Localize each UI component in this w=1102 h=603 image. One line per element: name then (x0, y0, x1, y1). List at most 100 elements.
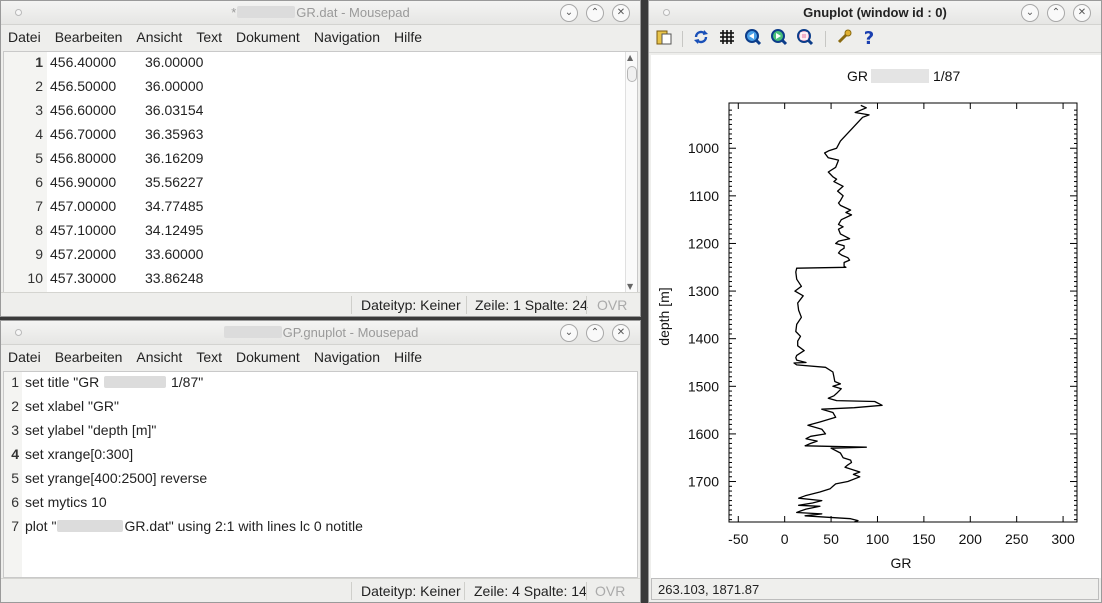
x-tick-label: 250 (1005, 531, 1029, 547)
title-bar[interactable]: Gnuplot (window id : 0) ⌄ ⌃ ✕ (649, 1, 1101, 25)
title-bar[interactable]: GP.gnuplot - Mousepad ⌄ ⌃ ✕ (1, 321, 640, 345)
scroll-down-icon[interactable]: ▼ (627, 282, 633, 291)
status-filetype: Dateityp: Keiner (361, 297, 461, 313)
help-icon[interactable]: ? (858, 28, 880, 50)
redacted-text (57, 520, 124, 532)
close-icon[interactable]: ✕ (612, 4, 630, 22)
script-text: set xrange[0:300] (25, 446, 134, 462)
menu-dokument[interactable]: Dokument (229, 25, 307, 49)
minimize-icon[interactable]: ⌄ (560, 324, 578, 342)
gnuplot-chart: GR 1/87 -50 0 50 100 150 200 250 300 1000 1100 1200 1… (656, 68, 1078, 571)
menu-text[interactable]: Text (189, 25, 229, 49)
configure-icon[interactable] (833, 28, 855, 50)
depth-value: 457.30000 (50, 270, 117, 286)
window-title-text: GP.gnuplot - Mousepad (282, 325, 419, 340)
x-tick-label: -50 (728, 531, 748, 547)
gr-value: 34.12495 (145, 222, 204, 238)
vertical-scrollbar[interactable]: ▲ ▼ (625, 52, 637, 292)
menu-hilfe[interactable]: Hilfe (387, 345, 429, 369)
line-number: 4 (11, 446, 19, 462)
line-number: 7 (35, 198, 43, 214)
gr-value: 36.16209 (145, 150, 204, 166)
mousepad-window-dat: * GR.dat - Mousepad ⌄ ⌃ ✕ Datei Bearbeite… (0, 0, 641, 317)
grid-icon[interactable] (716, 28, 738, 50)
x-tick-label: 200 (959, 531, 983, 547)
y-tick-label: 1400 (688, 331, 719, 347)
line-number: 10 (27, 270, 43, 286)
depth-value: 457.10000 (50, 222, 117, 238)
gr-value: 34.77485 (145, 198, 204, 214)
gnuplot-toolbar: ? (649, 25, 1101, 53)
status-ovr: OVR (597, 297, 628, 313)
redacted-text (104, 376, 167, 388)
status-position: Zeile: 4 Spalte: 14 (474, 583, 587, 599)
redacted-filename (223, 326, 282, 338)
status-ovr: OVR (595, 583, 626, 599)
script-line: plot " GR.dat" using 2:1 with lines lc 0 … (25, 518, 363, 534)
menu-datei[interactable]: Datei (1, 25, 48, 49)
line-number: 7 (11, 518, 19, 534)
gr-value: 35.56227 (145, 174, 204, 190)
menu-datei[interactable]: Datei (1, 345, 48, 369)
maximize-icon[interactable]: ⌃ (1047, 4, 1065, 22)
menu-navigation[interactable]: Navigation (307, 345, 387, 369)
y-tick-label: 1000 (688, 140, 719, 156)
line-number: 1 (11, 374, 19, 390)
close-icon[interactable]: ✕ (612, 324, 630, 342)
gr-value: 33.86248 (145, 270, 204, 286)
title-bar[interactable]: * GR.dat - Mousepad ⌄ ⌃ ✕ (1, 1, 640, 25)
gr-value: 33.60000 (145, 246, 204, 262)
menu-text[interactable]: Text (189, 345, 229, 369)
copy-clipboard-icon[interactable] (653, 28, 675, 50)
script-line: set yrange[400:2500] reverse (25, 470, 207, 486)
menu-navigation[interactable]: Navigation (307, 25, 387, 49)
line-number: 6 (35, 174, 43, 190)
line-number: 3 (11, 422, 19, 438)
line-number: 2 (11, 398, 19, 414)
zoom-next-icon[interactable] (768, 28, 790, 50)
script-text: set yrange[400:2500] reverse (25, 470, 208, 486)
y-tick-label: 1100 (689, 188, 719, 204)
coordinate-readout: 263.103, 1871.87 (651, 578, 1099, 600)
gr-value: 36.00000 (145, 54, 204, 70)
menu-ansicht[interactable]: Ansicht (129, 25, 189, 49)
window-title-text: GR.dat - Mousepad (296, 5, 410, 20)
plot-canvas[interactable]: GR 1/87 -50 0 50 100 150 200 250 300 1000 1100 1200 1… (651, 55, 1101, 578)
line-number: 6 (11, 494, 19, 510)
plot-frame (728, 102, 1078, 523)
menu-hilfe[interactable]: Hilfe (387, 25, 429, 49)
depth-value: 456.40000 (50, 54, 117, 70)
depth-value: 457.00000 (50, 198, 117, 214)
menu-ansicht[interactable]: Ansicht (129, 345, 189, 369)
text-editor[interactable]: 1 set title "GR 1/87" 2 set xlabel "GR" 3 set… (3, 371, 638, 578)
window-title: GP.gnuplot - Mousepad (1, 325, 640, 340)
x-tick-label: 150 (912, 531, 936, 547)
y-tick-label: 1200 (688, 235, 719, 251)
scroll-up-icon[interactable]: ▲ (627, 53, 633, 62)
script-text: plot " (25, 518, 57, 534)
minimize-icon[interactable]: ⌄ (1021, 4, 1039, 22)
mousepad-window-gnuplot-script: GP.gnuplot - Mousepad ⌄ ⌃ ✕ Datei Bearbe… (0, 320, 641, 603)
scrollbar-thumb[interactable] (627, 66, 637, 82)
maximize-icon[interactable]: ⌃ (586, 324, 604, 342)
zoom-previous-icon[interactable] (742, 28, 764, 50)
line-number: 8 (35, 222, 43, 238)
minimize-icon[interactable]: ⌄ (560, 4, 578, 22)
close-icon[interactable]: ✕ (1073, 4, 1091, 22)
y-tick-label: 1300 (688, 283, 719, 299)
depth-value: 456.60000 (50, 102, 117, 118)
maximize-icon[interactable]: ⌃ (586, 4, 604, 22)
depth-value: 456.90000 (50, 174, 117, 190)
menu-dokument[interactable]: Dokument (229, 345, 307, 369)
autoscale-icon[interactable] (794, 28, 816, 50)
script-line: set xrange[0:300] (25, 446, 133, 462)
script-line: set ylabel "depth [m]" (25, 422, 156, 438)
script-text: set title "GR (25, 374, 104, 390)
menu-bearbeiten[interactable]: Bearbeiten (48, 345, 130, 369)
menu-bearbeiten[interactable]: Bearbeiten (48, 25, 130, 49)
y-tick-label: 1500 (688, 378, 719, 394)
x-tick-label: 100 (866, 531, 890, 547)
replot-icon[interactable] (690, 28, 712, 50)
text-editor[interactable]: 1 456.40000 36.00000 2 456.50000 36.00000 3 456… (3, 51, 638, 293)
x-axis-label: GR (891, 555, 912, 571)
